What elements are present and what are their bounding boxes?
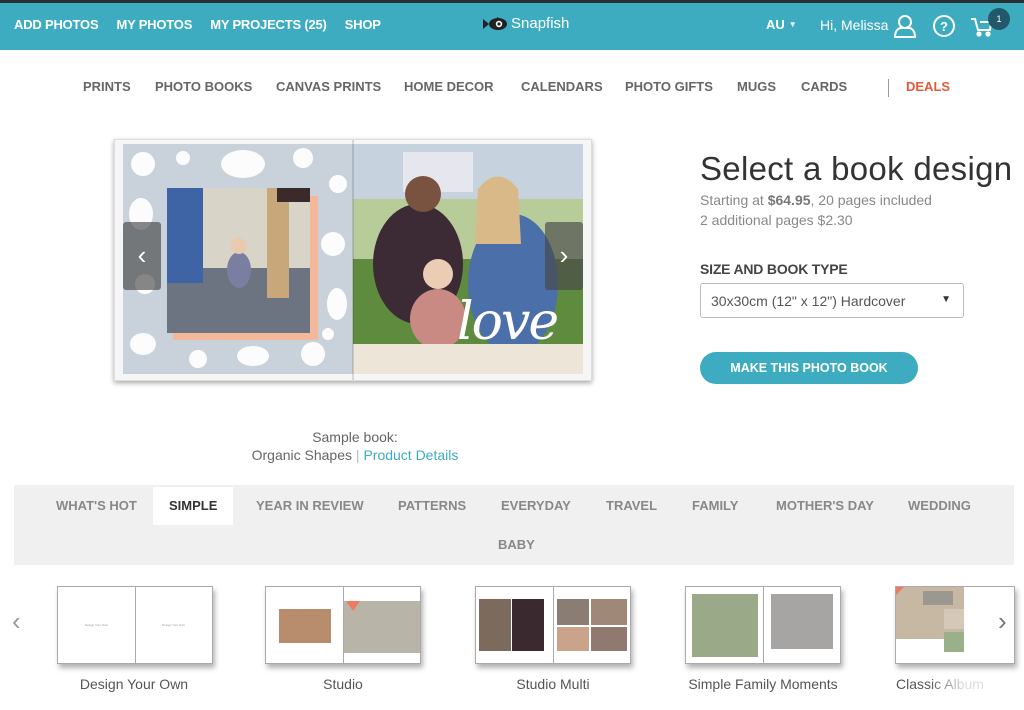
size-type-label: SIZE AND BOOK TYPE <box>700 261 848 277</box>
starting-price: $64.95 <box>767 192 811 208</box>
design-label[interactable]: Classic Album <box>880 676 1000 692</box>
nav-divider <box>888 79 889 97</box>
thumb-photo <box>557 627 589 651</box>
snapfish-logo[interactable]: Snapfish <box>483 15 569 32</box>
my-projects-link[interactable]: MY PROJECTS (25) <box>210 17 327 32</box>
design-label[interactable]: Studio Multi <box>453 676 653 692</box>
region-label: AU <box>766 17 785 32</box>
svg-text:?: ? <box>940 19 948 34</box>
nav-cards[interactable]: CARDS <box>801 79 847 94</box>
greeting[interactable]: Hi, Melissa <box>820 17 888 33</box>
nav-mugs[interactable]: MUGS <box>737 79 776 94</box>
book-preview: love ‹ › <box>114 139 592 381</box>
starting-prefix: Starting at <box>700 192 768 208</box>
sample-book-info: Sample book: Organic Shapes | Product De… <box>230 428 480 464</box>
help-icon[interactable]: ? <box>932 14 956 38</box>
thumb-photo <box>944 632 964 652</box>
placeholder-text-left: Design Your Own <box>84 623 109 627</box>
nav-photo-books[interactable]: PHOTO BOOKS <box>155 79 252 94</box>
design-info-panel: Select a book design Starting at $64.95,… <box>700 150 1012 230</box>
thumb-accent <box>346 601 360 611</box>
tab-travel[interactable]: TRAVEL <box>590 487 673 525</box>
cart-count-badge: 1 <box>988 8 1010 30</box>
thumb-photo <box>512 599 544 651</box>
add-photos-link[interactable]: ADD PHOTOS <box>14 17 99 32</box>
my-photos-link[interactable]: MY PHOTOS <box>116 17 192 32</box>
price-info: Starting at $64.95, 20 pages included <box>700 190 1012 210</box>
sample-name: Organic Shapes <box>251 447 353 463</box>
book-spine <box>352 140 354 380</box>
family-walking-photo <box>167 188 310 333</box>
nav-canvas-prints[interactable]: CANVAS PRINTS <box>276 79 381 94</box>
design-thumb-simple-family-moments[interactable] <box>685 586 841 664</box>
thumb-photo <box>557 599 589 625</box>
designs-next-button[interactable]: › <box>998 606 1007 637</box>
category-nav: PRINTS PHOTO BOOKS CANVAS PRINTS HOME DE… <box>0 79 1024 99</box>
design-label[interactable]: Studio <box>243 676 443 692</box>
tab-family[interactable]: FAMILY <box>676 487 754 525</box>
nav-deals[interactable]: DEALS <box>906 79 950 94</box>
preview-next-button[interactable]: › <box>545 222 583 290</box>
thumb-photo <box>591 627 627 651</box>
thumb-spine <box>553 587 554 663</box>
placeholder-text-right: Design Your Own <box>161 623 186 627</box>
thumb-photo <box>944 609 964 629</box>
design-label[interactable]: Simple Family Moments <box>663 676 863 692</box>
design-thumb-studio[interactable] <box>265 586 421 664</box>
thumb-photo <box>692 594 758 657</box>
nav-calendars[interactable]: CALENDARS <box>521 79 603 94</box>
logo-text: Snapfish <box>511 15 570 32</box>
tab-wedding[interactable]: WEDDING <box>892 487 987 525</box>
chevron-down-icon: ▼ <box>788 20 797 29</box>
tab-simple[interactable]: SIMPLE <box>153 487 234 525</box>
nav-prints[interactable]: PRINTS <box>83 79 131 94</box>
design-category-tabs: WHAT'S HOT SIMPLE YEAR IN REVIEW PATTERN… <box>14 485 1014 565</box>
thumb-photo <box>479 599 511 651</box>
shop-link[interactable]: SHOP <box>345 17 381 32</box>
thumb-photo <box>923 591 953 605</box>
starting-suffix: , 20 pages included <box>810 192 932 208</box>
design-thumb-classic-album[interactable] <box>895 586 1015 664</box>
fish-logo-icon <box>483 16 507 30</box>
tab-year-in-review[interactable]: YEAR IN REVIEW <box>240 487 380 525</box>
nav-home-decor[interactable]: HOME DECOR <box>404 79 494 94</box>
fade-overlay <box>968 587 1014 663</box>
tab-everyday[interactable]: EVERYDAY <box>485 487 587 525</box>
page-title: Select a book design <box>700 150 1013 187</box>
account-nav: ADD PHOTOS MY PHOTOS MY PROJECTS (25) SH… <box>14 17 381 32</box>
thumb-spine <box>763 587 764 663</box>
thumb-photo <box>591 599 627 625</box>
designs-prev-button[interactable]: ‹ <box>12 606 21 637</box>
make-photo-book-button[interactable]: MAKE THIS PHOTO BOOK <box>700 352 918 384</box>
thumb-photo <box>279 609 331 643</box>
design-thumb-studio-multi[interactable] <box>475 586 631 664</box>
additional-pages-info: 2 additional pages $2.30 <box>700 212 853 228</box>
product-details-link[interactable]: Product Details <box>363 447 458 463</box>
top-bar: ADD PHOTOS MY PHOTOS MY PROJECTS (25) SH… <box>0 0 1024 50</box>
preview-prev-button[interactable]: ‹ <box>123 222 161 290</box>
design-thumb-design-your-own[interactable]: Design Your Own Design Your Own <box>57 586 213 664</box>
thumb-accent <box>896 587 904 595</box>
dropdown-arrow-icon: ▼ <box>941 294 951 305</box>
tab-baby[interactable]: BABY <box>482 526 551 564</box>
size-type-select[interactable]: 30x30cm (12" x 12") Hardcover ▼ <box>700 283 964 318</box>
nav-photo-gifts[interactable]: PHOTO GIFTS <box>625 79 713 94</box>
design-label[interactable]: Design Your Own <box>34 676 234 692</box>
sample-separator: | <box>355 447 360 463</box>
tab-mothers-day[interactable]: MOTHER'S DAY <box>760 487 890 525</box>
thumb-photo <box>771 594 833 649</box>
tab-patterns[interactable]: PATTERNS <box>382 487 482 525</box>
sample-label: Sample book: <box>312 429 398 445</box>
size-type-value: 30x30cm (12" x 12") Hardcover <box>711 293 906 309</box>
user-icon[interactable] <box>893 14 917 38</box>
region-selector[interactable]: AU ▼ <box>766 17 797 32</box>
love-script-overlay: love <box>457 292 559 352</box>
tab-whats-hot[interactable]: WHAT'S HOT <box>40 487 153 525</box>
